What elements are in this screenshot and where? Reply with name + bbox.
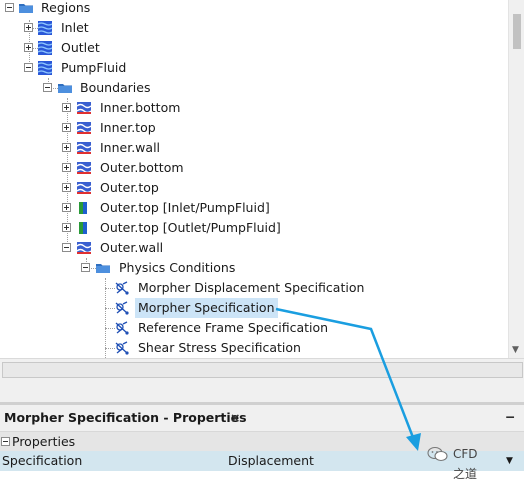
properties-group-label: Properties	[12, 434, 76, 449]
collapse-toggle[interactable]	[43, 83, 52, 92]
tree-node-label: PumpFluid	[61, 60, 127, 75]
collapse-toggle[interactable]	[24, 63, 33, 72]
interface-boundary-icon	[76, 200, 92, 216]
tree-node-label: Physics Conditions	[119, 260, 236, 275]
tree-node-label: Reference Frame Specification	[138, 320, 329, 335]
collapse-toggle[interactable]	[62, 243, 71, 252]
mesh-region-icon	[37, 60, 53, 76]
tree-node-label: Regions	[41, 0, 91, 15]
collapse-toggle[interactable]	[5, 3, 14, 12]
physics-condition-icon	[114, 280, 130, 296]
mesh-region-icon	[37, 20, 53, 36]
simulation-tree: Regions Inlet Outlet PumpFluid Boundarie…	[0, 0, 508, 358]
expand-toggle[interactable]	[62, 203, 71, 212]
boundary-icon	[76, 180, 92, 196]
expand-toggle[interactable]	[24, 43, 33, 52]
expand-toggle[interactable]	[62, 163, 71, 172]
close-icon[interactable]: ×	[230, 405, 240, 430]
tree-node-label: Outer.wall	[100, 240, 164, 255]
physics-condition-icon	[114, 320, 130, 336]
properties-title-bar: Morpher Specification - Properties × −	[0, 405, 524, 432]
folder-icon	[18, 0, 34, 16]
properties-tab-title[interactable]: Morpher Specification - Properties	[0, 405, 251, 431]
expand-toggle[interactable]	[62, 103, 71, 112]
wechat-icon	[427, 446, 448, 462]
folder-icon	[57, 80, 73, 96]
boundary-icon	[76, 120, 92, 136]
tree-node-label: Outer.top [Inlet/PumpFluid]	[100, 200, 270, 215]
expand-toggle[interactable]	[62, 223, 71, 232]
boundary-icon	[76, 100, 92, 116]
tree-node-label: Boundaries	[80, 80, 151, 95]
tree-line	[105, 278, 106, 358]
collapse-toggle[interactable]	[1, 437, 10, 446]
physics-condition-icon	[114, 340, 130, 356]
minimize-icon[interactable]: −	[505, 405, 515, 429]
tree-node-label: Outlet	[61, 40, 100, 55]
physics-condition-icon	[114, 300, 130, 316]
tree-node-label: Morpher Specification	[135, 298, 278, 318]
tree-node-label: Morpher Displacement Specification	[138, 280, 365, 295]
tree-node-label: Inner.bottom	[100, 100, 181, 115]
tree-node-label: Outer.bottom	[100, 160, 184, 175]
horizontal-scrollbar[interactable]	[2, 362, 523, 378]
tree-bottom-panel	[0, 358, 524, 403]
tree-node-label: Shear Stress Specification	[138, 340, 301, 355]
property-value[interactable]: Displacement	[228, 451, 314, 471]
scroll-down-icon[interactable]: ▼	[512, 346, 519, 355]
interface-boundary-icon	[76, 220, 92, 236]
scrollbar-thumb[interactable]	[513, 14, 521, 49]
expand-toggle[interactable]	[62, 123, 71, 132]
tree-node-label: Inner.top	[100, 120, 156, 135]
collapse-toggle[interactable]	[81, 263, 90, 272]
mesh-region-icon	[37, 40, 53, 56]
expand-toggle[interactable]	[62, 143, 71, 152]
boundary-icon	[76, 140, 92, 156]
tree-vertical-scrollbar[interactable]: ▼	[508, 0, 524, 358]
tree-node-label: Outer.top [Outlet/PumpFluid]	[100, 220, 281, 235]
dropdown-arrow-icon[interactable]: ▼	[506, 451, 513, 471]
tree-node-label: Outer.top	[100, 180, 159, 195]
folder-icon	[95, 260, 111, 276]
expand-toggle[interactable]	[24, 23, 33, 32]
boundary-icon	[76, 240, 92, 256]
expand-toggle[interactable]	[62, 183, 71, 192]
tree-node-label: Inner.wall	[100, 140, 161, 155]
watermark-text: CFD之道	[453, 447, 478, 481]
boundary-icon	[76, 160, 92, 176]
tree-node-label: Inlet	[61, 20, 89, 35]
property-name: Specification	[2, 453, 83, 468]
